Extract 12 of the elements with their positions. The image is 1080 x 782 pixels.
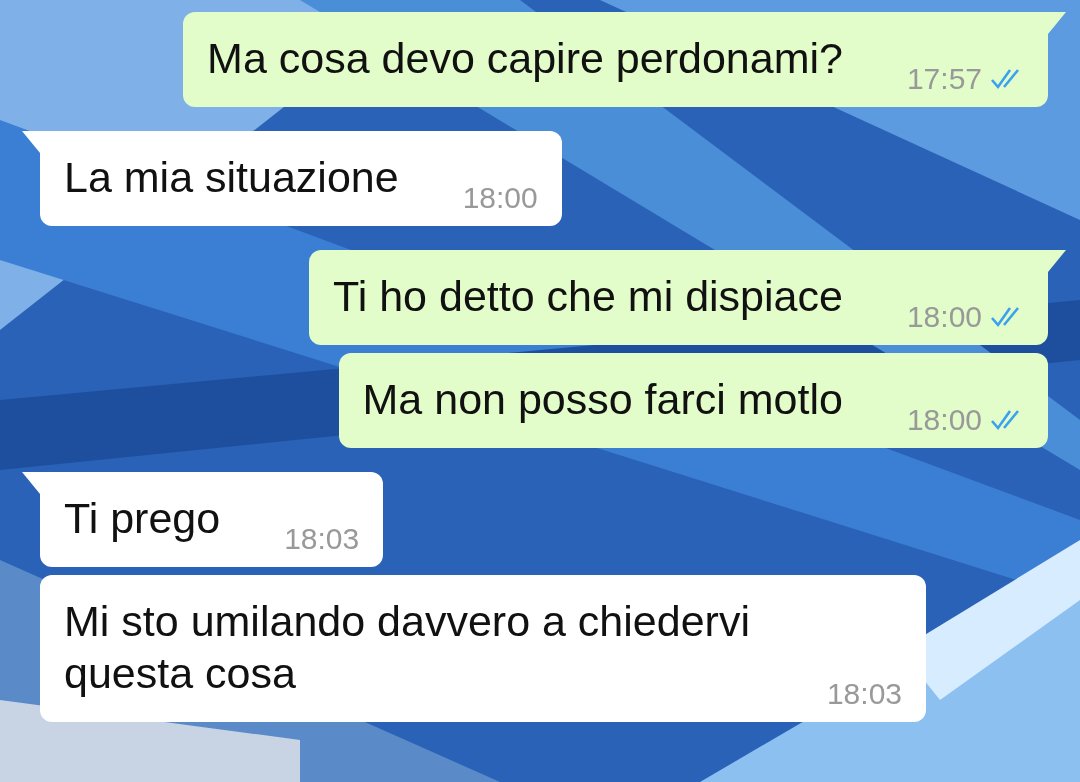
message-text: Ti prego <box>64 493 221 544</box>
message-time: 17:57 <box>906 62 982 96</box>
message-time: 18:03 <box>826 677 902 711</box>
message-text: Mi sto umilando davvero a chiedervi questa cosa <box>64 596 751 699</box>
message-text: Ma cosa devo capire perdonami? <box>207 33 843 84</box>
message-text: Ti ho detto che mi dispiace <box>333 271 843 322</box>
message-text: Ma non posso farci motlo <box>362 374 843 425</box>
message-time: 18:00 <box>906 403 982 437</box>
message-text: La mia situazione <box>64 152 399 203</box>
message-time: 18:03 <box>284 522 360 556</box>
message-time: 18:00 <box>462 181 538 215</box>
message-time: 18:00 <box>906 300 982 334</box>
